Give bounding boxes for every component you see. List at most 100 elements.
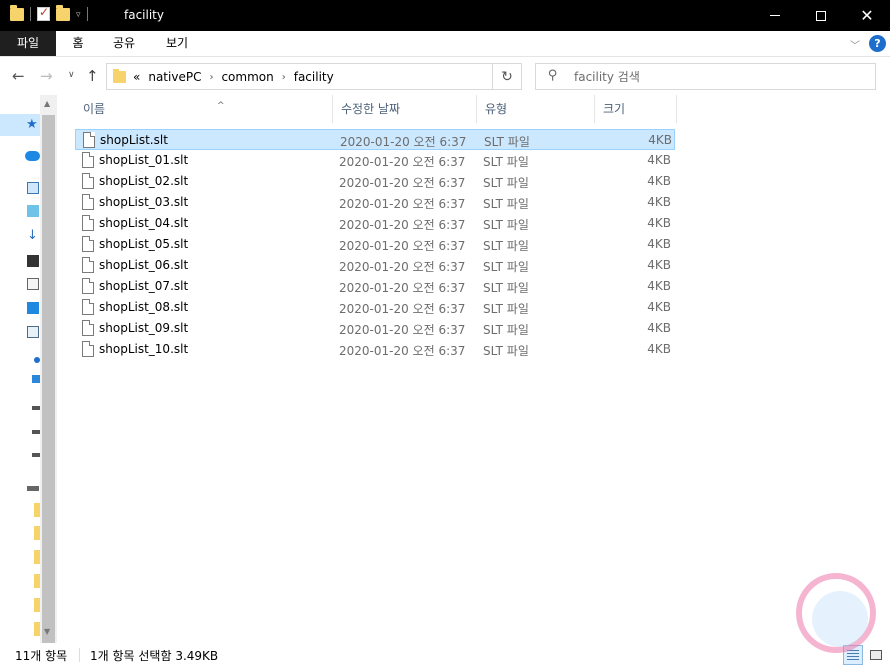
- scroll-up-arrow-icon[interactable]: ▲: [44, 99, 50, 108]
- quick-access-toolbar: ▿: [10, 4, 88, 21]
- file-type: SLT 파일: [483, 260, 529, 274]
- file-row[interactable]: shopList_10.slt 2020-01-20 오전 6:37 SLT 파일 4…: [75, 339, 675, 360]
- file-list-pane: 이름 ^ 수정한 날짜 유형 크기 shopList.slt 2020-01-20…: [57, 95, 890, 643]
- tab-view[interactable]: 보기: [160, 31, 194, 56]
- file-row[interactable]: shopList_03.slt 2020-01-20 오전 6:37 SLT 파일 4…: [75, 192, 675, 213]
- 3d-objects-icon[interactable]: [27, 205, 39, 217]
- scroll-down-arrow-icon[interactable]: ▼: [44, 627, 50, 636]
- file-row[interactable]: shopList.slt 2020-01-20 오전 6:37 SLT 파일 4KB: [75, 129, 675, 150]
- breadcrumb-nativepc[interactable]: nativePC: [148, 70, 201, 84]
- file-size: 4KB: [647, 153, 671, 167]
- file-name: shopList_02.slt: [99, 174, 189, 188]
- file-type: SLT 파일: [483, 302, 529, 316]
- videos-icon[interactable]: [27, 255, 39, 267]
- file-type: SLT 파일: [483, 323, 529, 337]
- window-title: facility: [124, 8, 164, 22]
- forward-arrow-icon[interactable]: →: [40, 67, 53, 85]
- star-icon: ★: [26, 117, 38, 132]
- minimize-button[interactable]: [752, 0, 798, 31]
- tab-share[interactable]: 공유: [106, 31, 142, 56]
- file-icon: [82, 152, 94, 168]
- maximize-button[interactable]: [798, 0, 844, 31]
- file-name: shopList.slt: [100, 133, 168, 147]
- this-pc-icon[interactable]: [27, 182, 39, 194]
- file-row[interactable]: shopList_07.slt 2020-01-20 오전 6:37 SLT 파일 4…: [75, 276, 675, 297]
- column-header-size[interactable]: 크기: [595, 95, 677, 123]
- selection-info: 1개 항목 선택함 3.49KB: [90, 649, 219, 663]
- tab-home[interactable]: 홈: [64, 31, 92, 56]
- file-icon: [82, 278, 94, 294]
- file-row[interactable]: shopList_02.slt 2020-01-20 오전 6:37 SLT 파일 4…: [75, 171, 675, 192]
- search-box[interactable]: ⚲: [535, 63, 876, 90]
- watermark-logo: [796, 573, 876, 653]
- up-arrow-icon[interactable]: ↑: [86, 67, 99, 85]
- file-name: shopList_01.slt: [99, 153, 189, 167]
- file-icon: [82, 341, 94, 357]
- windows-icon[interactable]: [32, 375, 40, 383]
- nav-pane-scroll-thumb[interactable]: [42, 115, 55, 643]
- desktop-icon[interactable]: [27, 302, 39, 314]
- file-row[interactable]: shopList_09.slt 2020-01-20 오전 6:37 SLT 파일 4…: [75, 318, 675, 339]
- file-icon: [82, 215, 94, 231]
- column-header-name[interactable]: 이름 ^: [75, 95, 333, 123]
- file-row[interactable]: shopList_05.slt 2020-01-20 오전 6:37 SLT 파일 4…: [75, 234, 675, 255]
- folder-icon: [113, 69, 126, 83]
- file-date: 2020-01-20 오전 6:37: [339, 218, 466, 232]
- new-folder-icon[interactable]: [56, 4, 70, 21]
- file-size: 4KB: [647, 216, 671, 230]
- onedrive-icon[interactable]: [25, 151, 40, 161]
- refresh-button[interactable]: ↻: [493, 63, 522, 90]
- file-size: 4KB: [647, 174, 671, 188]
- file-icon: [82, 173, 94, 189]
- back-arrow-icon[interactable]: ←: [12, 67, 25, 85]
- drive-icon[interactable]: [32, 453, 40, 457]
- downloads-icon[interactable]: ↓: [27, 228, 39, 243]
- help-icon[interactable]: ?: [869, 35, 886, 52]
- file-date: 2020-01-20 오전 6:37: [339, 281, 466, 295]
- file-type: SLT 파일: [483, 281, 529, 295]
- customize-toolbar-chevron-icon[interactable]: ▿: [76, 10, 81, 20]
- file-rows: shopList.slt 2020-01-20 오전 6:37 SLT 파일 4KB s…: [75, 129, 675, 360]
- column-header-type[interactable]: 유형: [477, 95, 595, 123]
- chevron-right-icon[interactable]: ›: [209, 72, 213, 83]
- breadcrumb-overflow[interactable]: «: [133, 70, 140, 84]
- file-size: 4KB: [647, 342, 671, 356]
- file-type: SLT 파일: [484, 135, 530, 149]
- file-type: SLT 파일: [483, 218, 529, 232]
- breadcrumb-common[interactable]: common: [221, 70, 273, 84]
- file-name: shopList_09.slt: [99, 321, 189, 335]
- address-bar[interactable]: « nativePC › common › facility: [106, 63, 493, 90]
- network-drive-icon[interactable]: [27, 486, 39, 491]
- maximize-icon: [816, 10, 826, 21]
- file-date: 2020-01-20 오전 6:37: [339, 302, 466, 316]
- search-input[interactable]: [574, 65, 864, 88]
- file-date: 2020-01-20 오전 6:37: [339, 239, 466, 253]
- file-date: 2020-01-20 오전 6:37: [339, 197, 466, 211]
- tab-file[interactable]: 파일: [0, 31, 56, 56]
- drive-icon[interactable]: [32, 406, 40, 410]
- expand-ribbon-chevron-icon[interactable]: ﹀: [850, 37, 860, 52]
- pictures-icon[interactable]: [27, 326, 39, 338]
- close-button[interactable]: ✕: [844, 0, 890, 31]
- sort-ascending-icon: ^: [217, 101, 225, 111]
- recent-locations-chevron-icon[interactable]: ∨: [68, 70, 75, 80]
- file-name: shopList_08.slt: [99, 300, 189, 314]
- file-type: SLT 파일: [483, 197, 529, 211]
- chevron-right-icon[interactable]: ›: [282, 72, 286, 83]
- properties-icon[interactable]: [37, 5, 50, 21]
- toolbar-divider: [86, 7, 88, 21]
- large-icons-view-button[interactable]: [866, 645, 886, 665]
- file-row[interactable]: shopList_04.slt 2020-01-20 오전 6:37 SLT 파일 4…: [75, 213, 675, 234]
- drive-icon[interactable]: [32, 430, 40, 434]
- documents-icon[interactable]: [27, 278, 39, 290]
- nav-item-quick-access[interactable]: ★: [0, 114, 40, 136]
- file-row[interactable]: shopList_08.slt 2020-01-20 오전 6:37 SLT 파일 4…: [75, 297, 675, 318]
- close-icon: ✕: [860, 5, 874, 25]
- file-type: SLT 파일: [483, 176, 529, 190]
- breadcrumb-facility[interactable]: facility: [294, 70, 334, 84]
- file-row[interactable]: shopList_01.slt 2020-01-20 오전 6:37 SLT 파일 4…: [75, 150, 675, 171]
- column-header-date[interactable]: 수정한 날짜: [333, 95, 477, 123]
- file-date: 2020-01-20 오전 6:37: [339, 176, 466, 190]
- file-row[interactable]: shopList_06.slt 2020-01-20 오전 6:37 SLT 파일 4…: [75, 255, 675, 276]
- file-type: SLT 파일: [483, 239, 529, 253]
